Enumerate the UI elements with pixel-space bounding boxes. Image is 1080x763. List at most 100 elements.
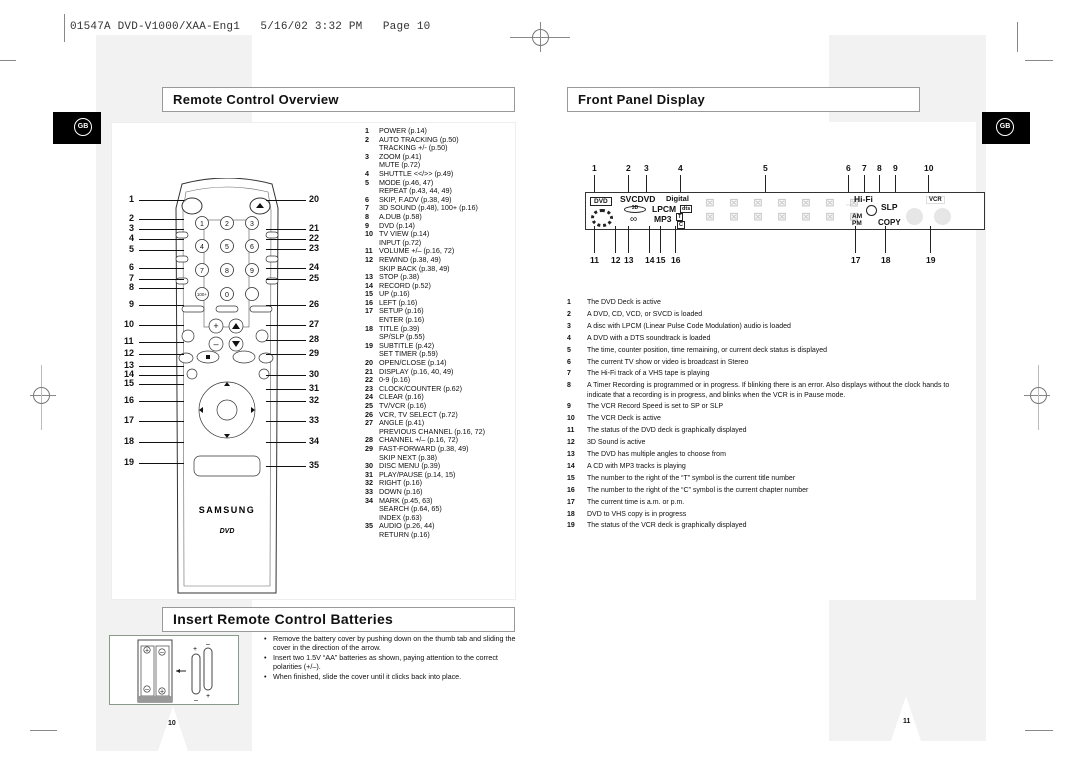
crop-mark (1025, 60, 1053, 61)
callout-line (139, 200, 184, 201)
item-number: 35 (365, 521, 373, 531)
callout-number: 22 (309, 233, 320, 243)
gb-icon: GB (74, 118, 92, 136)
svg-text:0: 0 (225, 292, 229, 299)
callout-number: 18 (124, 436, 135, 446)
callout-line (139, 375, 184, 376)
item-number: 29 (365, 443, 373, 453)
item-text: RETURN (p.16) (379, 529, 430, 539)
callout-number: 8 (129, 282, 135, 292)
description-number: 2 (567, 310, 571, 318)
segment-digit: ⊠ ⊠ (801, 195, 811, 225)
description-text: The current TV show or video is broadcas… (587, 358, 749, 366)
svg-text:+: + (213, 321, 218, 331)
callout-line (266, 279, 306, 280)
vcr-reel-icon (934, 208, 951, 225)
slp-indicator: SLP (881, 202, 898, 212)
angle-icon: ∞ (630, 214, 638, 225)
description-item: 10 The VCR Deck is active (567, 413, 957, 425)
callout-line (266, 466, 306, 467)
svg-text:+: + (206, 693, 210, 700)
callout-line (139, 239, 184, 240)
callout-number: 31 (309, 383, 320, 393)
description-number: 11 (567, 427, 575, 435)
description-text: The status of the VCR deck is graphicall… (587, 522, 747, 530)
description-text: A Timer Recording is programmed or in pr… (587, 382, 950, 399)
svg-text:7: 7 (200, 268, 204, 275)
svg-text:–: – (213, 339, 218, 349)
description-text: The Hi-Fi track of a VHS tape is playing (587, 370, 710, 378)
registration-mark-icon (532, 29, 549, 46)
panel-callout-line (675, 226, 676, 253)
description-item: 4 A DVD with a DTS soundtrack is loaded (567, 333, 957, 345)
callout-line (139, 342, 184, 343)
item-number: 27 (365, 418, 373, 428)
segment-digit: ⊠ ⊠ (825, 195, 835, 225)
callout-line (139, 401, 184, 402)
svg-text:2: 2 (225, 221, 229, 228)
svg-text:–: – (194, 697, 198, 704)
callout-line (139, 442, 184, 443)
panel-callout-line (628, 226, 629, 253)
description-number: 8 (567, 382, 571, 390)
timer-clock-icon (866, 205, 877, 216)
vcr-reel-icon (906, 208, 923, 225)
item-number (365, 505, 379, 514)
callout-line (266, 375, 306, 376)
callout-line (139, 305, 184, 306)
description-text: The current time is a.m. or p.m. (587, 498, 685, 506)
panel-callout-line (615, 226, 616, 253)
panel-callout-number: 1 (592, 163, 597, 173)
description-text: A disc with LPCM (Linear Pulse Code Modu… (587, 322, 791, 330)
lpcm-indicator: LPCM (652, 204, 677, 214)
callout-number: 5 (129, 244, 135, 254)
description-number: 1 (567, 299, 571, 306)
callout-number: 21 (309, 223, 320, 233)
panel-callout-number: 16 (671, 255, 681, 265)
battery-step: • Insert two 1.5V “AA” batteries as shown… (264, 653, 524, 672)
crop-mark (1017, 22, 1018, 52)
svg-text:–: – (206, 641, 210, 648)
callout-number: 15 (124, 378, 135, 388)
language-badge-right: GB (982, 112, 1030, 144)
dvd-indicator: DVD (590, 197, 612, 206)
callout-line (266, 305, 306, 306)
power-button (181, 197, 203, 215)
section-title-batteries: Insert Remote Control Batteries (162, 607, 515, 632)
am-indicator: AM (852, 213, 863, 220)
callout-line (266, 249, 306, 250)
panel-callout-line (649, 226, 650, 253)
description-number: 14 (567, 462, 575, 470)
callout-line (266, 340, 306, 341)
panel-callout-line (594, 226, 595, 253)
front-panel-display: DVD SVCDVD Digital LPCM dts MP3 T C 3D ∞… (585, 192, 985, 230)
description-item: 19 The status of the VCR deck is graphica… (567, 520, 957, 532)
digital-indicator: Digital (666, 194, 689, 203)
description-item: 3 A disc with LPCM (Linear Pulse Code Mod… (567, 321, 957, 333)
svg-text:4: 4 (200, 244, 204, 251)
remote-brand: SAMSUNG (199, 505, 256, 515)
callout-number: 30 (309, 369, 320, 379)
callout-line (139, 288, 184, 289)
panel-callout-number: 13 (624, 255, 634, 265)
svcdvd-indicator: SVCDVD (620, 194, 656, 204)
description-number: 3 (567, 322, 571, 330)
panel-callout-number: 18 (881, 255, 891, 265)
battery-step: • Remove the battery cover by pushing dow… (264, 634, 524, 653)
description-number: 10 (567, 415, 575, 423)
svg-text:+: + (160, 689, 164, 696)
svg-text:3: 3 (250, 221, 254, 228)
remote-list-item: RETURN (p.16) (365, 529, 535, 540)
callout-number: 27 (309, 319, 320, 329)
description-number: 4 (567, 334, 571, 342)
callout-line (139, 463, 184, 464)
svg-text:9: 9 (250, 268, 254, 275)
description-text: The number to the right of the “C” symbo… (587, 486, 809, 494)
item-number: 2 (365, 134, 369, 144)
description-text: The status of the DVD deck is graphicall… (587, 427, 747, 435)
description-number: 7 (567, 370, 571, 378)
svg-text:DVD: DVD (220, 528, 235, 535)
description-text: 3D Sound is active (587, 439, 646, 447)
callout-number: 9 (129, 299, 135, 309)
crop-mark (64, 14, 65, 42)
